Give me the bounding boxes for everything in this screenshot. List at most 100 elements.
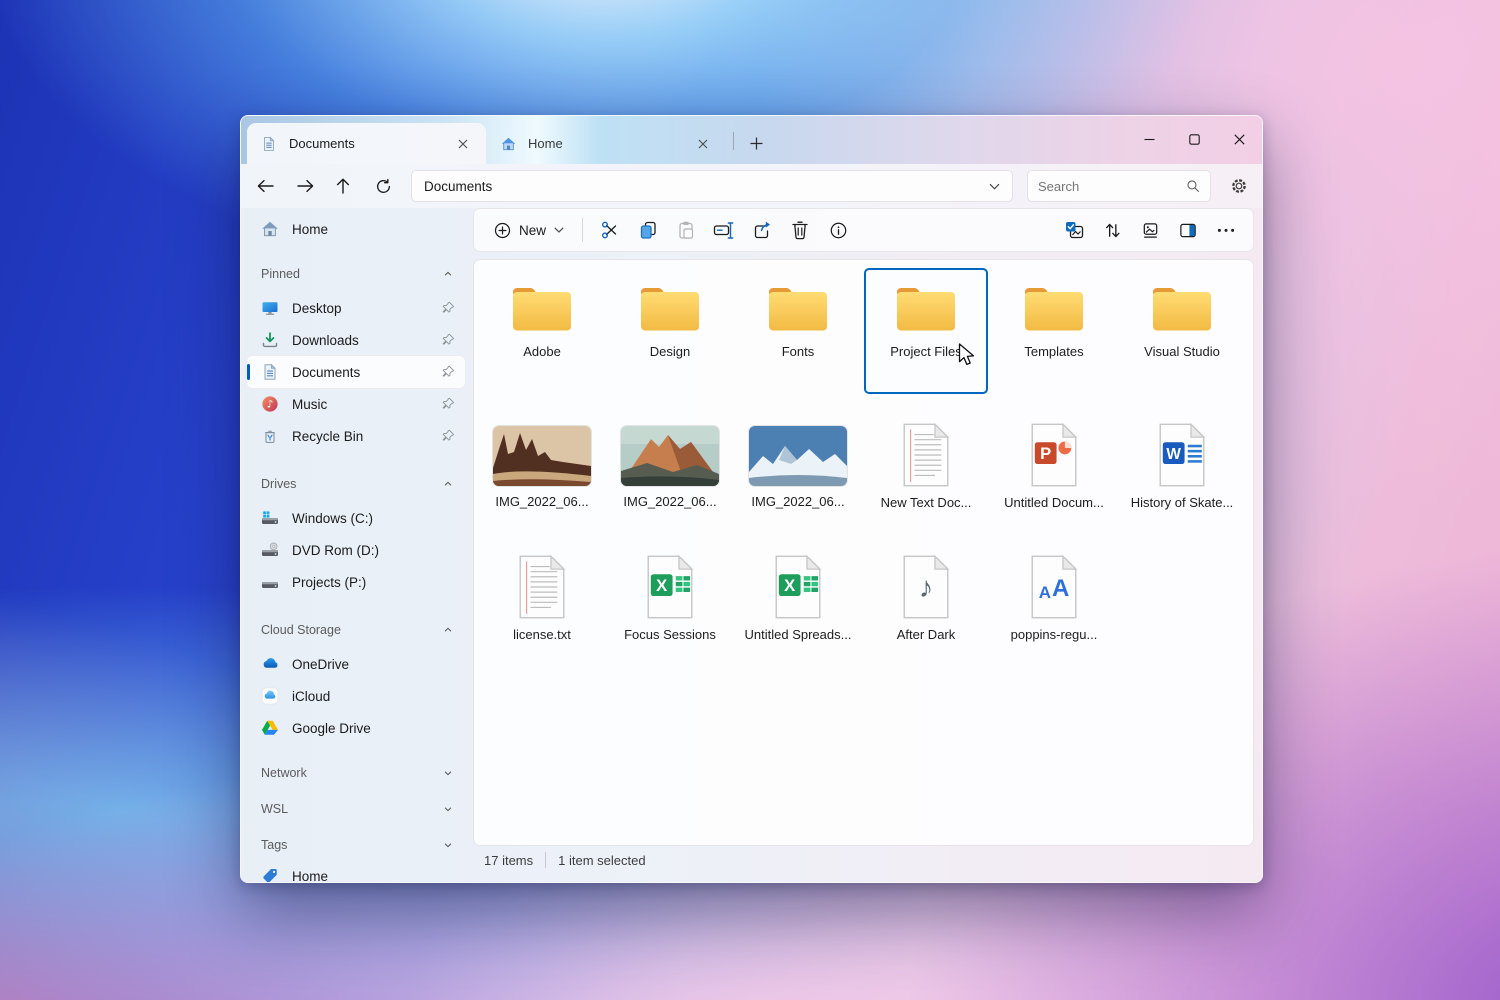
details-pane-button[interactable] xyxy=(1169,213,1207,247)
more-ellipsis-button[interactable] xyxy=(1207,213,1245,247)
file-tile-templates[interactable]: Templates xyxy=(992,268,1116,394)
file-name: IMG_2022_06... xyxy=(751,494,845,509)
audio-file-icon: ♪ xyxy=(900,555,952,619)
file-tile-project-files[interactable]: Project Files xyxy=(864,268,988,394)
sidebar-section-pinned[interactable]: Pinned xyxy=(247,262,465,286)
new-button[interactable]: New xyxy=(482,214,576,246)
select-all-button[interactable] xyxy=(1055,213,1093,247)
file-tile-img-sunset[interactable]: IMG_2022_06... xyxy=(608,416,732,524)
paste-button[interactable] xyxy=(667,213,705,247)
close-button[interactable] xyxy=(1217,116,1262,162)
tab-close-icon[interactable] xyxy=(692,133,714,155)
sort-button[interactable] xyxy=(1093,213,1131,247)
sidebar-item-recycle-bin[interactable]: Recycle Bin xyxy=(247,420,465,452)
file-tile-poppins-font[interactable]: AA poppins-regu... xyxy=(992,548,1116,656)
file-name: Visual Studio xyxy=(1144,344,1220,359)
minimize-button[interactable] xyxy=(1127,116,1172,162)
file-tile-new-text-doc[interactable]: New Text Doc... xyxy=(864,416,988,524)
folder-icon xyxy=(1149,282,1215,336)
share-button[interactable] xyxy=(743,213,781,247)
file-tile-focus-sessions[interactable]: X Focus Sessions xyxy=(608,548,732,656)
tab-documents[interactable]: Documents xyxy=(247,123,486,164)
chevron-down-icon[interactable] xyxy=(443,804,453,814)
info-button[interactable] xyxy=(819,213,857,247)
sidebar-item-label: Home xyxy=(292,868,329,883)
copy-button[interactable] xyxy=(629,213,667,247)
chevron-up-icon[interactable] xyxy=(443,625,453,635)
address-bar[interactable]: Documents xyxy=(411,170,1013,202)
forward-button[interactable] xyxy=(289,170,321,202)
sidebar-section-drives[interactable]: Drives xyxy=(247,472,465,496)
chevron-down-icon[interactable] xyxy=(989,183,1000,190)
folder-icon xyxy=(765,282,831,336)
sidebar-item-projects-p[interactable]: Projects (P:) xyxy=(247,566,465,598)
file-tile-untitled-presentation[interactable]: P Untitled Docum... xyxy=(992,416,1116,524)
sidebar-item-google-drive[interactable]: Google Drive xyxy=(247,712,465,744)
sidebar-section-cloud-storage[interactable]: Cloud Storage xyxy=(247,618,465,642)
text-file-icon xyxy=(900,423,952,487)
file-name: New Text Doc... xyxy=(880,495,972,510)
sidebar-item-documents[interactable]: Documents xyxy=(247,356,465,388)
svg-text:P: P xyxy=(1040,444,1051,463)
file-tile-license-txt[interactable]: license.txt xyxy=(480,548,604,656)
file-tile-design[interactable]: Design xyxy=(608,268,732,394)
sidebar-section-wsl[interactable]: WSL xyxy=(247,794,465,824)
sidebar-item-tag-home[interactable]: Home xyxy=(247,860,465,883)
pin-icon xyxy=(442,365,455,378)
svg-text:♪: ♪ xyxy=(267,398,274,410)
file-name: After Dark xyxy=(896,627,956,642)
file-tile-adobe[interactable]: Adobe xyxy=(480,268,604,394)
sidebar-item-downloads[interactable]: Downloads xyxy=(247,324,465,356)
cut-button[interactable] xyxy=(591,213,629,247)
new-plus-icon xyxy=(494,222,511,239)
sidebar-item-dvd-d[interactable]: DVD Rom (D:) xyxy=(247,534,465,566)
new-tab-button[interactable] xyxy=(741,129,771,157)
tab-home[interactable]: Home xyxy=(486,123,726,164)
sidebar-section-tags[interactable]: Tags xyxy=(247,830,465,860)
file-name: Adobe xyxy=(523,344,561,359)
view-button[interactable] xyxy=(1131,213,1169,247)
sidebar-item-icloud[interactable]: iCloud xyxy=(247,680,465,712)
up-button[interactable] xyxy=(327,170,359,202)
file-tile-img-desert[interactable]: IMG_2022_06... xyxy=(480,416,604,524)
file-name: Templates xyxy=(1024,344,1084,359)
sidebar-item-windows-c[interactable]: Windows (C:) xyxy=(247,502,465,534)
sidebar-item-music[interactable]: ♪ Music xyxy=(247,388,465,420)
file-tile-after-dark[interactable]: ♪ After Dark xyxy=(864,548,988,656)
section-title: Drives xyxy=(261,477,297,491)
chevron-down-icon[interactable] xyxy=(443,768,453,778)
delete-button[interactable] xyxy=(781,213,819,247)
title-bar[interactable]: Documents Home xyxy=(241,116,1262,164)
refresh-button[interactable] xyxy=(367,170,399,202)
section-title: Tags xyxy=(261,838,288,852)
file-list-panel[interactable]: Adobe Design Fonts Project Files Templat… xyxy=(473,259,1254,846)
back-button[interactable] xyxy=(249,170,281,202)
file-tile-untitled-spreadsheet[interactable]: X Untitled Spreads... xyxy=(736,548,860,656)
file-name: IMG_2022_06... xyxy=(495,494,589,509)
search-box[interactable] xyxy=(1027,170,1211,202)
file-tile-visual-studio[interactable]: Visual Studio xyxy=(1120,268,1244,394)
sidebar-item-home[interactable]: Home xyxy=(247,214,465,244)
maximize-button[interactable] xyxy=(1172,116,1217,162)
toolbar-separator xyxy=(582,218,584,242)
chevron-up-icon[interactable] xyxy=(443,479,453,489)
file-tile-fonts[interactable]: Fonts xyxy=(736,268,860,394)
gear-icon[interactable] xyxy=(1223,170,1255,202)
address-text: Documents xyxy=(424,178,493,194)
search-input[interactable] xyxy=(1038,178,1186,194)
rename-button[interactable] xyxy=(705,213,743,247)
file-name: poppins-regu... xyxy=(1010,627,1098,642)
tab-close-icon[interactable] xyxy=(452,133,474,155)
window-controls xyxy=(1127,116,1262,162)
sidebar-item-onedrive[interactable]: OneDrive xyxy=(247,648,465,680)
section-title: WSL xyxy=(261,802,289,816)
sidebar-item-desktop[interactable]: Desktop xyxy=(247,292,465,324)
chevron-up-icon[interactable] xyxy=(443,269,453,279)
tag-icon xyxy=(261,867,279,882)
chevron-down-icon[interactable] xyxy=(443,840,453,850)
sidebar-section-network[interactable]: Network xyxy=(247,758,465,788)
downloads-icon xyxy=(261,331,279,349)
file-tile-img-snow[interactable]: IMG_2022_06... xyxy=(736,416,860,524)
file-name: Fonts xyxy=(781,344,815,359)
file-tile-history-of-skate[interactable]: W History of Skate... xyxy=(1120,416,1244,524)
